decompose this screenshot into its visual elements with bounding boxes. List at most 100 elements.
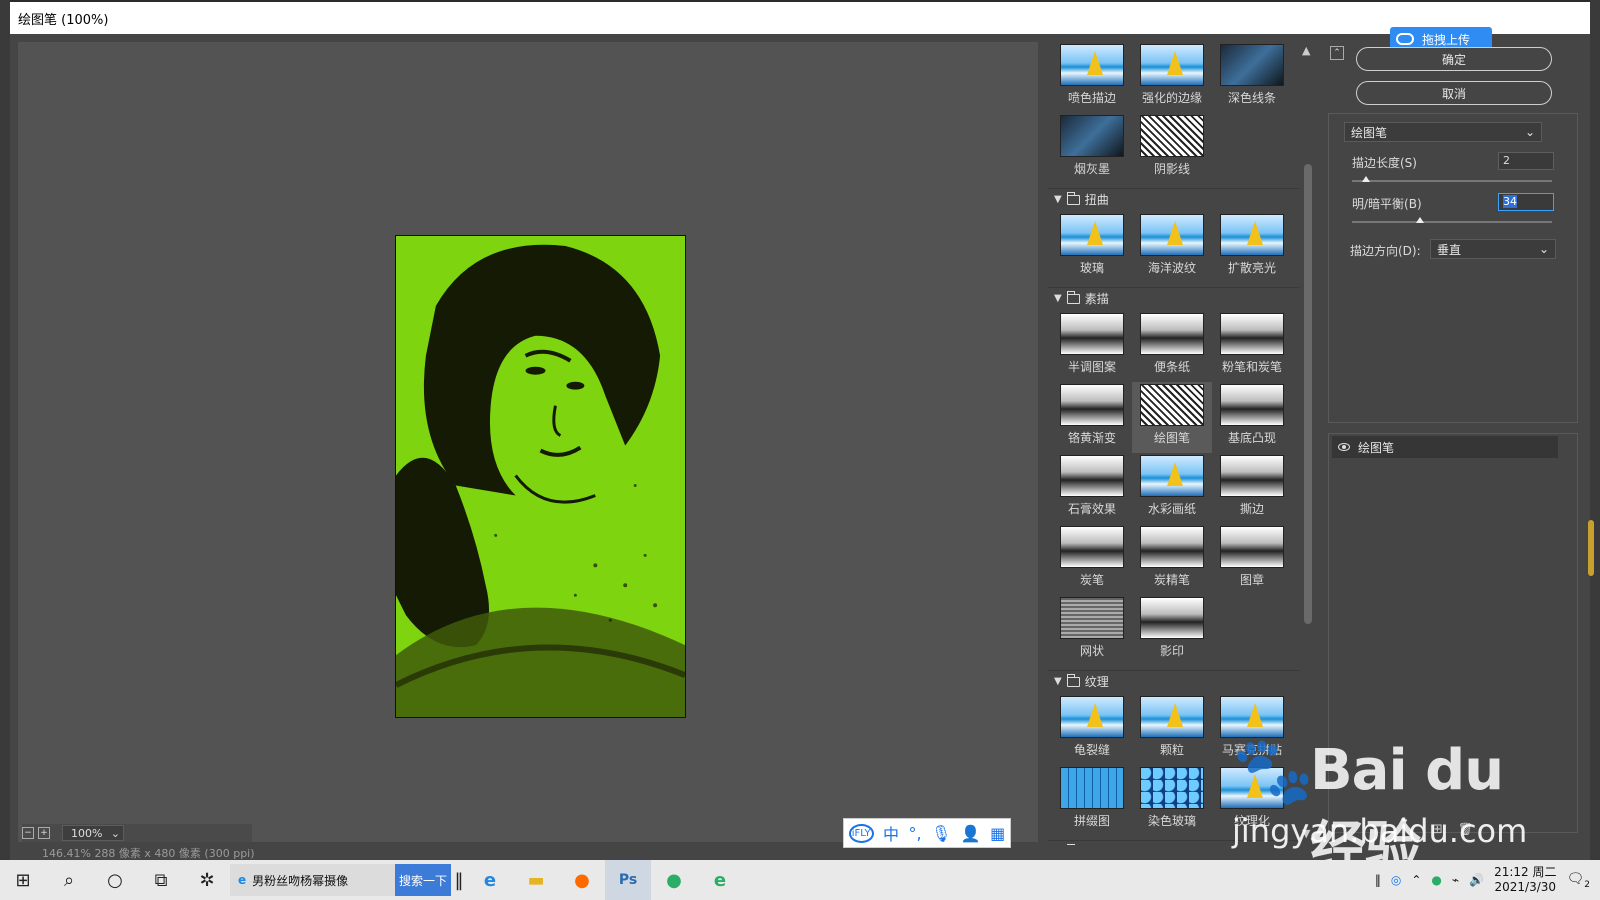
filter-thumb[interactable]: 网状	[1052, 595, 1132, 666]
chevron-down-icon: ⌄	[1524, 125, 1535, 139]
filter-thumb[interactable]: 扩散亮光	[1212, 212, 1292, 283]
chevron-up-icon[interactable]: ⌃	[1411, 873, 1421, 887]
filter-group-header[interactable]: ▼ 纹理	[1048, 670, 1300, 692]
filter-thumb-image	[1220, 214, 1284, 256]
sketch-portrait-graphic	[396, 236, 685, 717]
filter-thumb[interactable]: 颗粒	[1132, 694, 1212, 765]
balance-input[interactable]: 34	[1498, 193, 1554, 211]
security-tray-icon[interactable]: ●	[1431, 873, 1441, 887]
filter-thumb-label: 基底凸现	[1227, 431, 1276, 445]
filter-thumb[interactable]: 龟裂缝	[1052, 694, 1132, 765]
filter-thumb[interactable]: 影印	[1132, 595, 1212, 666]
volume-icon[interactable]: 🔊	[1469, 873, 1484, 887]
balance-slider-handle[interactable]	[1416, 217, 1424, 223]
browser-search-box[interactable]: e 男粉丝吻杨幂摄像	[230, 864, 395, 896]
zoom-in-button[interactable]: +	[38, 827, 50, 839]
filter-thumb-image	[1060, 115, 1124, 157]
preview-image	[395, 235, 686, 718]
direction-select[interactable]: 垂直 ⌄	[1430, 239, 1556, 259]
filter-group-header[interactable]: ▼ 素描	[1048, 287, 1300, 309]
filter-thumb-image	[1060, 597, 1124, 639]
filter-thumb[interactable]: 深色线条	[1212, 42, 1292, 113]
window-titlebar[interactable]: 绘图笔 (100%)	[10, 2, 1590, 34]
file-explorer-icon[interactable]: ▬	[513, 860, 559, 900]
pinwheel-app-icon[interactable]: ✲	[184, 860, 230, 900]
ifly-logo-icon[interactable]: iFLY	[848, 823, 874, 843]
direction-label: 描边方向(D):	[1350, 244, 1421, 258]
filter-thumb-image	[1140, 313, 1204, 355]
green-browser-icon[interactable]: e	[697, 860, 743, 900]
wechat-icon[interactable]: ●	[651, 860, 697, 900]
effect-layer-row[interactable]: 绘图笔	[1332, 436, 1558, 458]
folder-icon	[1066, 673, 1080, 687]
cortana-icon[interactable]: ○	[92, 860, 138, 900]
window-edge-handle[interactable]	[1588, 520, 1594, 576]
filter-thumb[interactable]: 水彩画纸	[1132, 453, 1212, 524]
filter-thumb[interactable]: 拼缀图	[1052, 765, 1132, 836]
network-icon[interactable]: ⌁	[1452, 873, 1459, 887]
filter-thumb-label: 喷色描边	[1067, 91, 1116, 105]
notification-icon[interactable]: 🗨2	[1566, 871, 1590, 890]
filter-thumb[interactable]: 铬黄渐变	[1052, 382, 1132, 453]
filter-thumb[interactable]: 染色玻璃	[1132, 765, 1212, 836]
filter-gallery-list[interactable]: 喷色描边 强化的边缘 深色线条烟灰墨 阴影线 ▼ 扭曲 玻璃 海洋波纹 扩散亮光 ▼ 素描 半调图案…	[1048, 40, 1300, 845]
ime-punctuation-icon[interactable]: °,	[909, 824, 922, 843]
filter-thumb[interactable]: 炭笔	[1052, 524, 1132, 595]
filter-group-header[interactable]: ▼ 扭曲	[1048, 188, 1300, 210]
divider-icon: ‖	[1374, 873, 1381, 887]
filter-select[interactable]: 绘图笔 ⌄	[1344, 122, 1542, 142]
microphone-icon[interactable]: 🎙	[931, 824, 951, 843]
ime-chinese-mode-button[interactable]: 中	[883, 821, 899, 845]
user-icon[interactable]: 👤	[961, 824, 981, 843]
scroll-up-icon[interactable]: ▲	[1302, 44, 1310, 57]
balance-slider[interactable]	[1352, 221, 1552, 223]
stroke-length-slider[interactable]	[1352, 180, 1552, 182]
filter-thumb[interactable]: 玻璃	[1052, 212, 1132, 283]
filter-thumb[interactable]: 喷色描边	[1052, 42, 1132, 113]
zoom-out-button[interactable]: −	[22, 827, 34, 839]
grid-apps-icon[interactable]: ▦	[990, 824, 1005, 843]
top-filter-grid: 喷色描边 强化的边缘 深色线条烟灰墨 阴影线	[1048, 40, 1300, 188]
ok-button[interactable]: 确定	[1356, 47, 1552, 71]
filter-thumb[interactable]: 半调图案	[1052, 311, 1132, 382]
stroke-length-slider-handle[interactable]	[1362, 176, 1370, 182]
filter-thumb[interactable]: 海洋波纹	[1132, 212, 1212, 283]
filter-thumb[interactable]: 炭精笔	[1132, 524, 1212, 595]
search-go-button[interactable]: 搜索一下	[395, 864, 451, 896]
eye-icon[interactable]	[1338, 443, 1350, 451]
filter-thumb[interactable]: 石膏效果	[1052, 453, 1132, 524]
filter-thumb[interactable]: 便条纸	[1132, 311, 1212, 382]
windows-start-icon[interactable]: ⊞	[0, 860, 46, 900]
clock-time: 21:12 周二	[1494, 865, 1557, 879]
collapse-gallery-icon[interactable]: ⌃	[1330, 46, 1344, 60]
filter-thumb[interactable]: 阴影线	[1132, 113, 1212, 184]
clock[interactable]: 21:12 周二 2021/3/30	[1494, 865, 1556, 895]
filter-thumb[interactable]: 绘图笔	[1132, 382, 1212, 453]
cancel-button[interactable]: 取消	[1356, 81, 1552, 105]
gallery-scrollbar[interactable]: ▲ ▼	[1302, 42, 1314, 842]
filter-thumb-image	[1140, 696, 1204, 738]
filter-thumb[interactable]: 基底凸现	[1212, 382, 1292, 453]
filter-select-value: 绘图笔	[1351, 125, 1388, 140]
filter-thumb-label: 颗粒	[1159, 743, 1184, 757]
filter-thumb[interactable]: 强化的边缘	[1132, 42, 1212, 113]
document-status: 146.41% 288 像素 x 480 像素 (300 ppi)	[42, 847, 255, 860]
search-icon[interactable]: ⌕	[46, 860, 92, 900]
stroke-length-input[interactable]: 2	[1498, 152, 1554, 170]
filter-thumb[interactable]: 粉笔和炭笔	[1212, 311, 1292, 382]
filter-thumb-image	[1220, 526, 1284, 568]
scrollbar-thumb[interactable]	[1304, 164, 1312, 624]
filter-thumb-label: 撕边	[1239, 502, 1264, 516]
preview-canvas[interactable]	[18, 42, 1038, 842]
firefox-icon[interactable]: ●	[559, 860, 605, 900]
task-view-icon[interactable]: ⧉	[138, 860, 184, 900]
system-tray: ‖ ◎ ⌃ ● ⌁ 🔊 21:12 周二 2021/3/30 🗨2	[1375, 865, 1600, 895]
zoom-select[interactable]: 100% ⌄	[62, 825, 124, 841]
filter-thumb[interactable]: 图章	[1212, 524, 1292, 595]
filter-thumb[interactable]: 撕边	[1212, 453, 1292, 524]
edge-browser-icon[interactable]: e	[467, 860, 513, 900]
filter-thumb[interactable]: 烟灰墨	[1052, 113, 1132, 184]
filter-thumb-image	[1220, 313, 1284, 355]
photoshop-icon[interactable]: Ps	[605, 860, 651, 900]
ifly-tray-icon[interactable]: ◎	[1391, 873, 1401, 887]
